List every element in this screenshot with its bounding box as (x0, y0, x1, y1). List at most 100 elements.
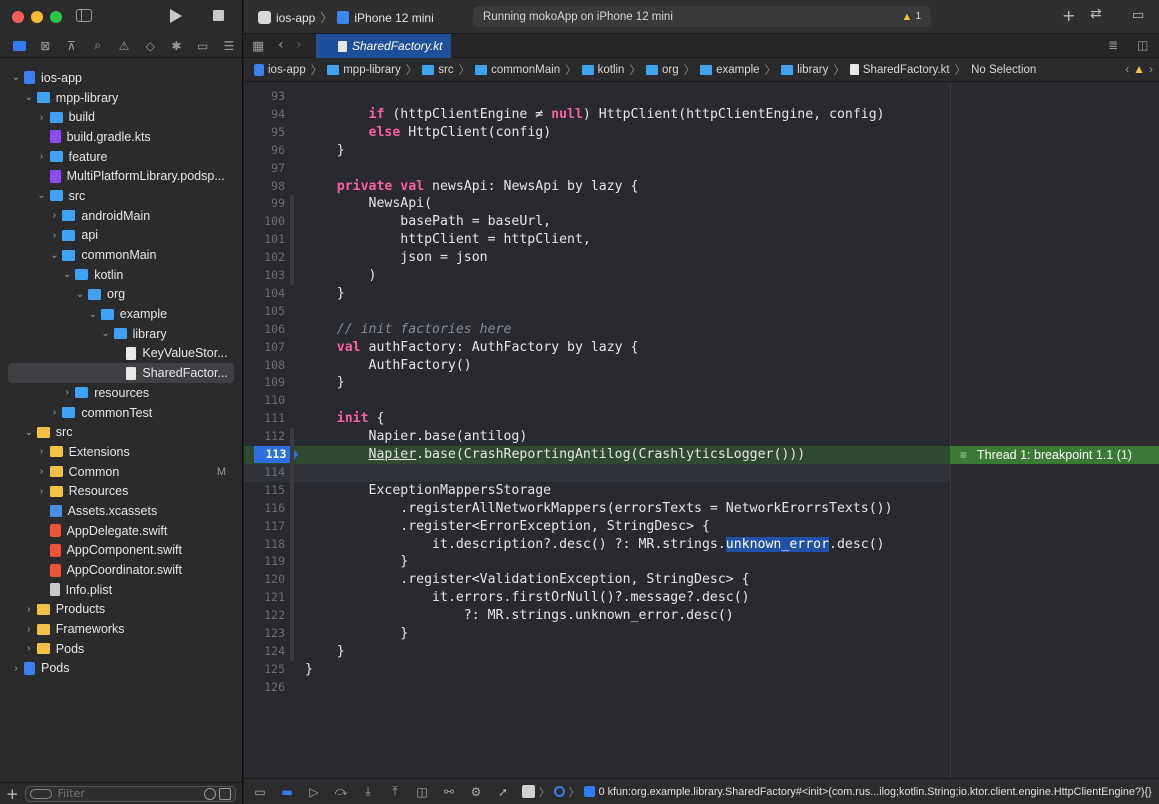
environment-overrides-icon[interactable]: ⚙ (468, 785, 484, 799)
tree-item[interactable]: ⌄ mpp-library (0, 88, 242, 108)
code-line[interactable]: 111 init { (244, 410, 950, 428)
code-line[interactable]: 99 NewsApi( (244, 195, 950, 213)
chevron-down-icon[interactable]: ⌄ (36, 190, 48, 201)
source-control-icon[interactable]: ⊠ (32, 36, 58, 56)
chevron-right-icon[interactable]: › (23, 624, 35, 635)
code-line[interactable]: 124 } (244, 643, 950, 661)
debug-icon[interactable]: ✱ (163, 36, 189, 56)
code-line[interactable]: 103 ) (244, 267, 950, 285)
filter-field[interactable]: Filter (24, 785, 236, 802)
code-line[interactable]: 100 basePath = baseUrl, (244, 213, 950, 231)
chevron-down-icon[interactable]: ⌄ (61, 269, 73, 280)
tree-item[interactable]: › Common M (0, 462, 242, 482)
tree-item[interactable]: ⌄ library (0, 324, 242, 344)
code-line[interactable]: 114 (244, 463, 950, 482)
breadcrumb-item[interactable]: kotlin (581, 64, 624, 76)
tree-item[interactable]: ⌄ src (0, 422, 242, 442)
chevron-down-icon[interactable]: ⌄ (10, 72, 22, 83)
code-line[interactable]: 126 (244, 679, 950, 697)
tree-item[interactable]: › feature (0, 147, 242, 167)
breadcrumb-item[interactable]: mpp-library (327, 64, 401, 76)
tree-item[interactable]: ⌄ example (0, 304, 242, 324)
tree-item[interactable]: › build (0, 107, 242, 127)
chevron-left-icon[interactable]: ‹ (1125, 62, 1129, 76)
issue-navigation[interactable]: ‹ ▲ › (1125, 62, 1153, 76)
hierarchy-icon[interactable]: ⊼ (58, 36, 84, 56)
stop-button[interactable] (213, 10, 224, 21)
chevron-down-icon[interactable]: ⌄ (87, 309, 99, 320)
code-line[interactable]: 105 (244, 303, 950, 321)
add-icon[interactable]: + (1062, 6, 1075, 25)
code-line[interactable]: 116 .registerAllNetworkMappers(errorsTex… (244, 500, 950, 518)
continue-icon[interactable]: ▷ (306, 785, 322, 799)
search-icon[interactable]: ⌕ (85, 36, 111, 56)
code-line[interactable]: 115 ExceptionMappersStorage (244, 482, 950, 500)
chevron-right-icon[interactable]: › (48, 210, 60, 221)
memory-graph-icon[interactable]: ⚯ (441, 785, 457, 799)
warning-icon[interactable]: ⚠ (111, 36, 137, 56)
chevron-right-icon[interactable]: › (23, 604, 35, 615)
swap-icon[interactable]: ⇄ (1090, 6, 1102, 22)
tree-item[interactable]: › Extensions (0, 442, 242, 462)
code-line[interactable]: 112 Napier.base(antilog) (244, 428, 950, 446)
breadcrumb-item[interactable]: No Selection (971, 64, 1036, 76)
forward-icon[interactable]: › (296, 37, 302, 53)
tree-item[interactable]: › Pods (0, 659, 242, 679)
tree-item[interactable]: › Frameworks (0, 619, 242, 639)
add-file-icon[interactable]: + (6, 785, 19, 803)
run-button[interactable] (170, 9, 182, 23)
code-line[interactable]: 117 .register<ErrorException, StringDesc… (244, 518, 950, 536)
scope-icon[interactable] (219, 787, 231, 800)
report-icon[interactable]: ☰ (216, 36, 242, 56)
scheme-selector[interactable]: ios-app 〉 iPhone 12 mini (258, 9, 434, 26)
code-line[interactable]: 95 else HttpClient(config) (244, 124, 950, 142)
code-line[interactable]: 98 private val newsApi: NewsApi by lazy … (244, 178, 950, 196)
tab-shared-factory[interactable]: SharedFactory.kt (316, 34, 451, 58)
tree-item[interactable]: build.gradle.kts (0, 127, 242, 147)
chevron-right-icon[interactable]: › (1149, 62, 1153, 76)
code-line[interactable]: 122 ?: MR.strings.unknown_error.desc() (244, 607, 950, 625)
tree-item[interactable]: AppComponent.swift (0, 541, 242, 561)
tree-item[interactable]: › api (0, 226, 242, 246)
breakpoints-toggle-icon[interactable]: ▬ (279, 785, 295, 799)
tree-item[interactable]: AppDelegate.swift (0, 521, 242, 541)
chevron-down-icon[interactable]: ⌄ (74, 289, 86, 300)
tree-item[interactable]: › resources (0, 383, 242, 403)
code-line[interactable]: 94 if (httpClientEngine ≠ null) HttpClie… (244, 106, 950, 124)
code-line[interactable]: 113 Napier.base(CrashReportingAntilog(Cr… (244, 446, 950, 464)
tree-item[interactable]: › androidMain (0, 206, 242, 226)
breadcrumb-item[interactable]: commonMain (475, 64, 560, 76)
chevron-right-icon[interactable]: › (61, 387, 73, 398)
code-line[interactable]: 110 (244, 392, 950, 410)
tree-item[interactable]: ⌄ src (0, 186, 242, 206)
chevron-right-icon[interactable]: › (36, 446, 48, 457)
chevron-right-icon[interactable]: › (23, 643, 35, 654)
tree-item[interactable]: › Products (0, 600, 242, 620)
minimize-window-button[interactable] (31, 11, 43, 23)
code-line[interactable]: 93 (244, 88, 950, 106)
inspector-toggle-icon[interactable]: ▭ (1132, 8, 1144, 23)
code-line[interactable]: 119 } (244, 553, 950, 571)
test-icon[interactable]: ◇ (137, 36, 163, 56)
tree-item[interactable]: ⌄ commonMain (0, 245, 242, 265)
code-line[interactable]: 108 AuthFactory() (244, 357, 950, 375)
hide-debug-area-icon[interactable]: ▭ (252, 785, 268, 799)
source-editor[interactable]: 93 94 if (httpClientEngine ≠ null) HttpCl… (244, 84, 1159, 778)
breadcrumb-item[interactable]: library (781, 64, 828, 76)
code-line[interactable]: 106 // init factories here (244, 321, 950, 339)
breadcrumb-item[interactable]: ios-app (254, 63, 306, 76)
warning-indicator[interactable]: ▲ 1 (902, 11, 921, 23)
breadcrumb-item[interactable]: example (700, 64, 760, 76)
view-hierarchy-icon[interactable]: ◫ (414, 785, 430, 799)
breadcrumb-item[interactable]: SharedFactory.kt (849, 64, 950, 76)
chevron-right-icon[interactable]: › (36, 151, 48, 162)
tree-item[interactable]: ⌄ kotlin (0, 265, 242, 285)
code-line[interactable]: 102 json = json (244, 249, 950, 267)
zoom-window-button[interactable] (50, 11, 62, 23)
chevron-right-icon[interactable]: › (36, 112, 48, 123)
grid-icon[interactable]: ▦ (252, 39, 264, 54)
chevron-right-icon[interactable]: › (48, 230, 60, 241)
step-out-icon[interactable]: ⤒ (387, 784, 403, 799)
code-line[interactable]: 101 httpClient = httpClient, (244, 231, 950, 249)
tree-item[interactable]: Assets.xcassets (0, 501, 242, 521)
